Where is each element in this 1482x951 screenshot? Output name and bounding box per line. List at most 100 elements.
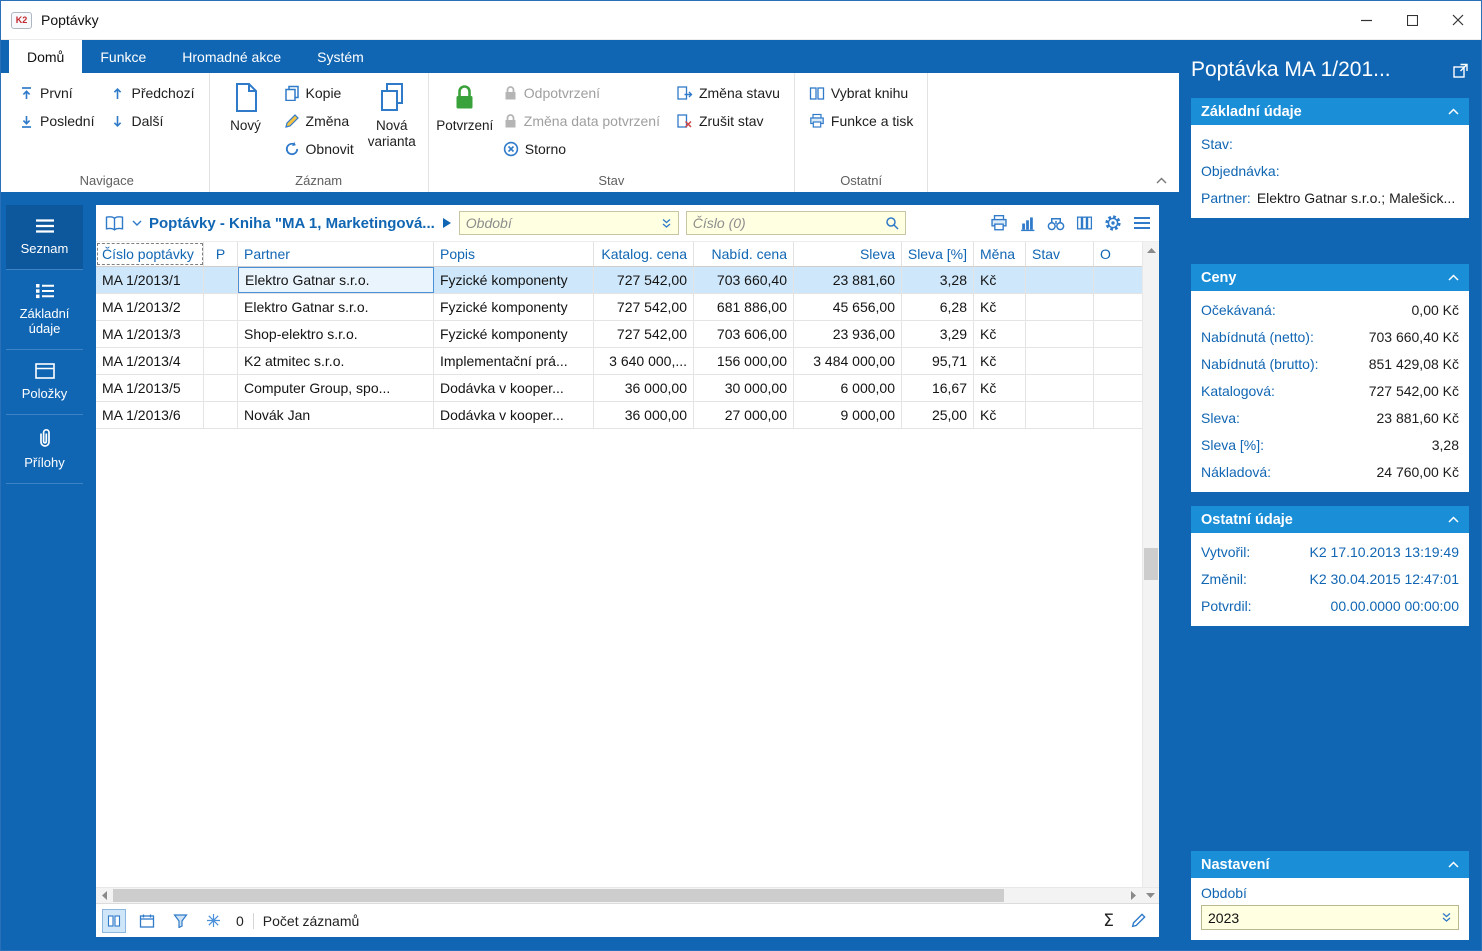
copy-button[interactable]: Kopie [276, 79, 362, 107]
chevron-down-icon[interactable] [132, 220, 142, 226]
section-header[interactable]: Základní údaje [1191, 98, 1469, 125]
sum-button[interactable]: Σ [1103, 911, 1114, 931]
cell-katalog: 727 542,00 [594, 267, 694, 293]
select-book-button[interactable]: Vybrat knihu [801, 79, 921, 107]
scroll-left-icon[interactable] [96, 891, 113, 900]
col-header-stav[interactable]: Stav [1026, 242, 1094, 266]
tab-domu[interactable]: Domů [9, 40, 83, 73]
refresh-button[interactable]: Obnovit [276, 135, 362, 163]
sidebar-item-prilohy[interactable]: Přílohy [6, 415, 83, 484]
new-variant-button[interactable]: Nová varianta [362, 75, 422, 149]
scroll-down-icon[interactable] [1142, 888, 1159, 903]
table-row[interactable]: MA 1/2013/6 Novák Jan Dodávka v kooper..… [96, 402, 1142, 429]
maximize-button[interactable] [1389, 1, 1435, 39]
cell-cislo: MA 1/2013/2 [96, 294, 204, 320]
period-select-input[interactable] [1208, 909, 1437, 926]
book-icon [809, 86, 825, 101]
freeze-toggle[interactable] [201, 909, 225, 933]
number-filter-input[interactable] [692, 215, 881, 231]
tab-funkce[interactable]: Funkce [82, 40, 164, 73]
double-chevron-icon[interactable] [1441, 912, 1452, 923]
open-book-icon[interactable] [104, 215, 125, 232]
cell-p [204, 348, 238, 374]
close-button[interactable] [1435, 1, 1481, 39]
collapse-ribbon-button[interactable] [1156, 177, 1167, 184]
table-row[interactable]: MA 1/2013/1 Elektro Gatnar s.r.o. Fyzick… [96, 267, 1142, 294]
book-title[interactable]: Poptávky - Kniha "MA 1, Marketingová... [149, 215, 435, 232]
section-header[interactable]: Ceny [1191, 264, 1469, 291]
clear-state-button[interactable]: Zrušit stav [668, 107, 788, 135]
section-header[interactable]: Nastavení [1191, 851, 1469, 878]
print-icon[interactable] [990, 214, 1008, 232]
vertical-scrollbar[interactable] [1142, 242, 1159, 887]
table-row[interactable]: MA 1/2013/2 Elektro Gatnar s.r.o. Fyzick… [96, 294, 1142, 321]
toolbar-icons [990, 214, 1153, 232]
col-header-o[interactable]: O [1094, 242, 1142, 266]
binoculars-icon[interactable] [1047, 215, 1065, 231]
settings-gear-icon[interactable] [1104, 214, 1122, 232]
refresh-label: Obnovit [305, 141, 354, 157]
cell-sleva: 3 484 000,00 [794, 348, 902, 374]
filter-toggle[interactable] [168, 909, 192, 933]
period-filter-input[interactable] [465, 215, 657, 231]
col-header-sleva[interactable]: Sleva [794, 242, 902, 266]
scroll-right-icon[interactable] [1125, 891, 1142, 900]
vertical-scroll-track[interactable] [1143, 259, 1159, 887]
field-label: Změnil: [1201, 570, 1247, 587]
play-icon[interactable] [442, 217, 452, 229]
cancel-button[interactable]: Storno [495, 135, 668, 163]
sidebar-item-polozky[interactable]: Položky [6, 350, 83, 415]
col-header-popis[interactable]: Popis [434, 242, 594, 266]
minimize-button[interactable] [1343, 1, 1389, 39]
change-state-button[interactable]: Změna stavu [668, 79, 788, 107]
previous-button[interactable]: Předchozí [102, 79, 202, 107]
new-button[interactable]: Nový [216, 75, 276, 134]
col-header-sleva-pct[interactable]: Sleva [%] [902, 242, 974, 266]
group-label-zaznam: Záznam [295, 172, 343, 188]
change-button[interactable]: Změna [276, 107, 362, 135]
functions-print-button[interactable]: Funkce a tisk [801, 107, 921, 135]
tab-system[interactable]: Systém [299, 40, 382, 73]
field-sleva: Sleva: 23 881,60 Kč [1201, 404, 1459, 431]
cell-o [1094, 267, 1142, 293]
table-row[interactable]: MA 1/2013/4 K2 atmitec s.r.o. Implementa… [96, 348, 1142, 375]
field-nabidnuta-brutto: Nabídnutá (brutto): 851 429,08 Kč [1201, 350, 1459, 377]
col-header-mena[interactable]: Měna [974, 242, 1026, 266]
next-button[interactable]: Další [102, 107, 202, 135]
unconfirm-button[interactable]: Odpotvrzení [495, 79, 668, 107]
section-header[interactable]: Ostatní údaje [1191, 506, 1469, 533]
horizontal-scrollbar[interactable] [96, 888, 1142, 903]
open-in-window-icon[interactable] [1452, 62, 1469, 79]
app-window: K2 Poptávky Domů Funkce Hromadné akce Sy… [0, 0, 1482, 951]
columns-view-toggle[interactable] [102, 908, 126, 933]
cell-partner: K2 atmitec s.r.o. [238, 348, 434, 374]
edit-pencil-icon[interactable] [1130, 912, 1147, 929]
col-header-cislo-poptavky[interactable]: Číslo poptávky [96, 242, 204, 266]
change-confirm-date-button[interactable]: Změna data potvrzení [495, 107, 668, 135]
double-chevron-icon[interactable] [661, 218, 672, 229]
table-row[interactable]: MA 1/2013/3 Shop-elektro s.r.o. Fyzické … [96, 321, 1142, 348]
horizontal-scroll-track[interactable] [113, 888, 1125, 903]
first-button[interactable]: První [11, 79, 102, 107]
menu-icon[interactable] [1133, 216, 1151, 230]
calendar-toggle[interactable] [135, 909, 159, 933]
columns-small-icon [107, 914, 121, 928]
sidebar-item-seznam[interactable]: Seznam [6, 205, 83, 270]
last-button[interactable]: Poslední [11, 107, 102, 135]
col-header-p[interactable]: P [204, 242, 238, 266]
chart-icon[interactable] [1019, 215, 1036, 232]
search-icon[interactable] [885, 216, 899, 230]
col-header-nabid-cena[interactable]: Nabíd. cena [694, 242, 794, 266]
horizontal-scroll-thumb[interactable] [113, 889, 1004, 902]
col-header-partner[interactable]: Partner [238, 242, 434, 266]
table-row[interactable]: MA 1/2013/5 Computer Group, spo... Dodáv… [96, 375, 1142, 402]
scroll-up-icon[interactable] [1143, 242, 1159, 259]
confirm-button[interactable]: Potvrzení [435, 75, 495, 134]
vertical-scroll-thumb[interactable] [1144, 547, 1158, 580]
sidebar-item-zakladni-udaje[interactable]: Základní údaje [6, 270, 83, 350]
confirm-label: Potvrzení [436, 118, 494, 133]
tab-hromadne-akce[interactable]: Hromadné akce [164, 40, 299, 73]
columns-icon[interactable] [1076, 215, 1093, 231]
col-header-katalog-cena[interactable]: Katalog. cena [594, 242, 694, 266]
cell-katalog: 3 640 000,... [594, 348, 694, 374]
